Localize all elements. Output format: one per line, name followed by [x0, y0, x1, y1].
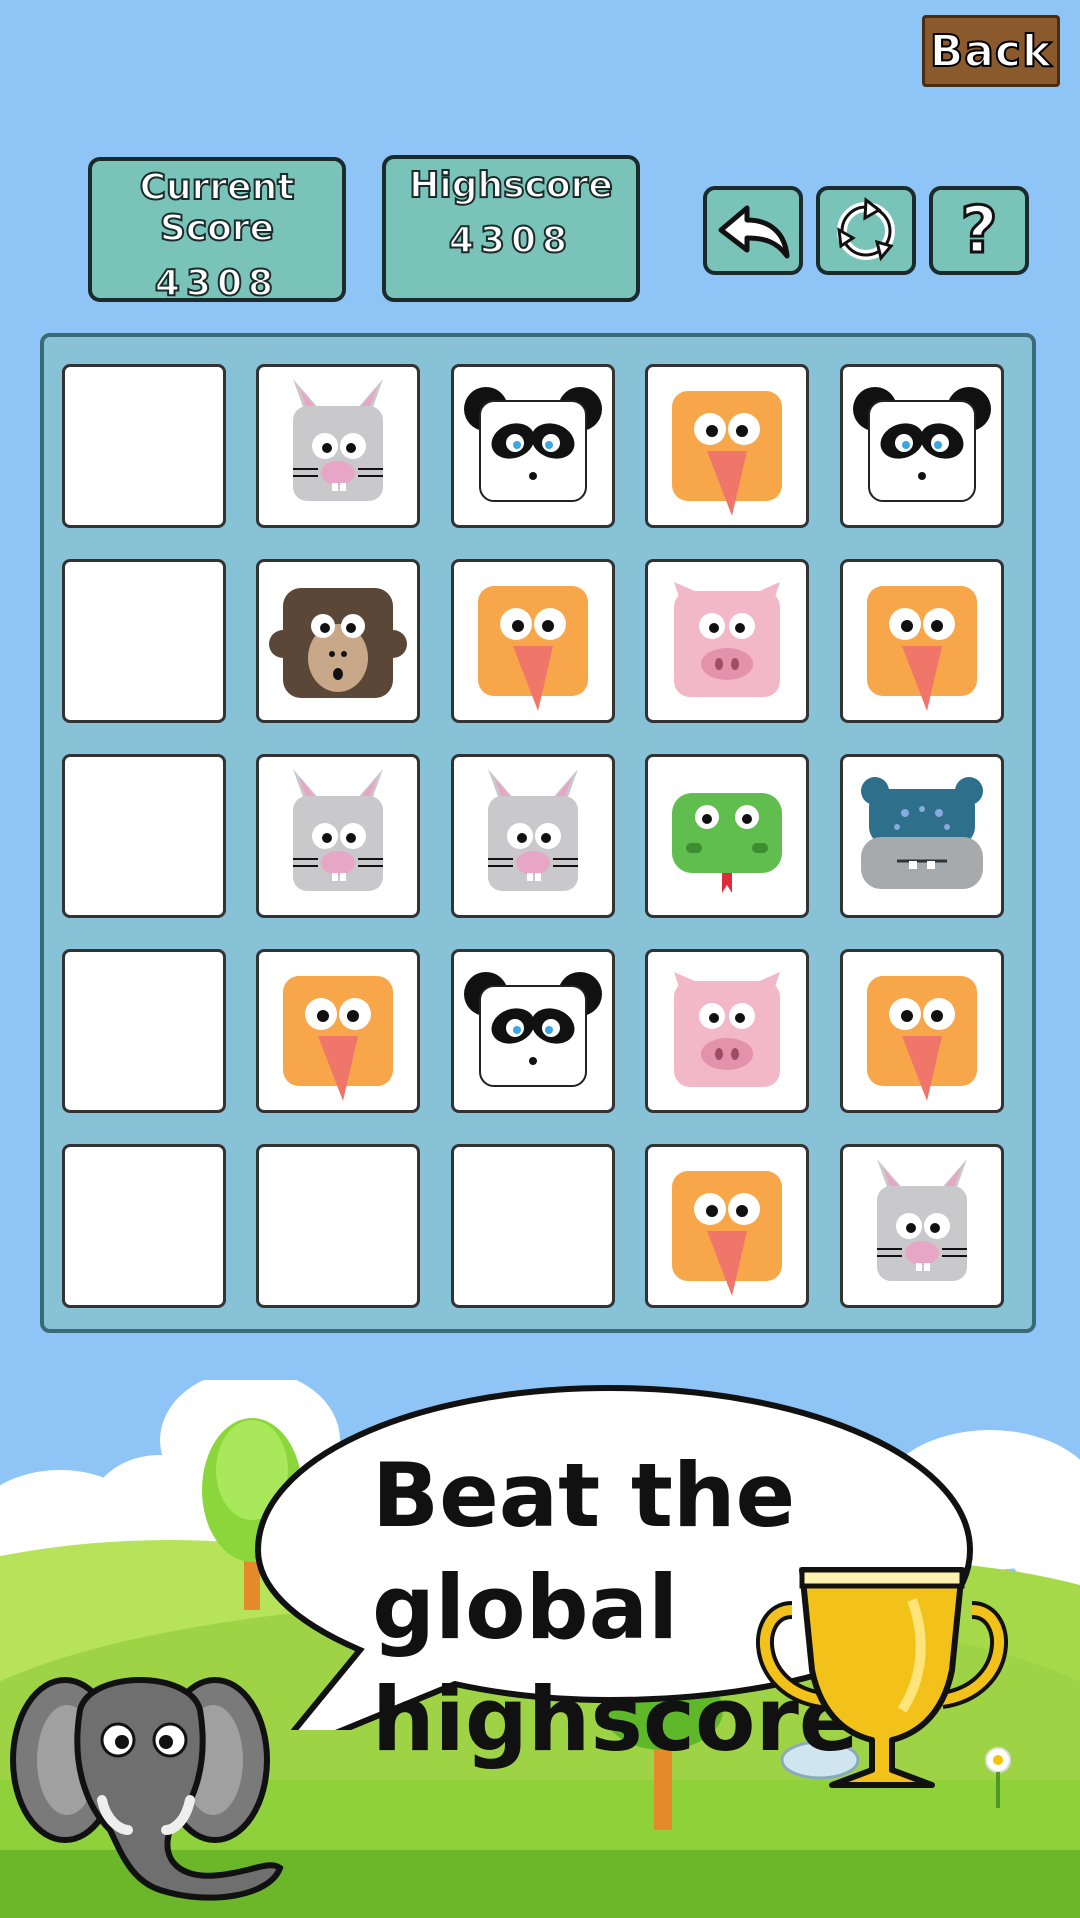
trophy-icon — [756, 1567, 1008, 1788]
bird-icon — [672, 391, 782, 516]
tile-empty[interactable] — [62, 1144, 226, 1308]
rabbit-icon — [293, 769, 383, 891]
tile-pig[interactable] — [645, 559, 809, 723]
tile-hippo[interactable] — [840, 754, 1004, 918]
panda-icon — [464, 972, 602, 1087]
highscore-label: Highscore — [408, 164, 614, 207]
tile-snake[interactable] — [645, 754, 809, 918]
rabbit-icon — [488, 769, 578, 891]
tile-bird[interactable] — [645, 364, 809, 528]
tile-rabbit[interactable] — [256, 364, 420, 528]
highscore-panel: Highscore 4308 — [382, 155, 640, 302]
restart-button[interactable] — [816, 186, 916, 275]
pig-icon — [674, 582, 780, 697]
monkey-icon — [269, 588, 407, 698]
current-score-panel: Current Score 4308 — [88, 157, 346, 305]
bird-icon — [867, 586, 977, 711]
tile-pig[interactable] — [645, 949, 809, 1113]
back-label: Back — [929, 25, 1053, 78]
tile-empty[interactable] — [451, 1144, 615, 1308]
tile-bird[interactable] — [840, 559, 1004, 723]
tile-rabbit[interactable] — [451, 754, 615, 918]
tile-empty[interactable] — [256, 1144, 420, 1308]
pig-icon — [674, 972, 780, 1087]
bird-icon — [672, 1171, 782, 1296]
tile-empty[interactable] — [62, 559, 226, 723]
help-button[interactable]: ? — [929, 186, 1029, 275]
tile-empty[interactable] — [62, 949, 226, 1113]
tile-panda[interactable] — [451, 364, 615, 528]
tile-monkey[interactable] — [256, 559, 420, 723]
tile-bird[interactable] — [451, 559, 615, 723]
tile-bird[interactable] — [256, 949, 420, 1113]
tile-rabbit[interactable] — [840, 1144, 1004, 1308]
question-icon: ? — [959, 193, 999, 268]
recycle-icon — [837, 196, 895, 261]
current-score-value: 4308 — [154, 262, 280, 305]
rabbit-icon — [877, 1159, 967, 1281]
bird-icon — [283, 976, 393, 1101]
tile-panda[interactable] — [451, 949, 615, 1113]
panda-icon — [464, 387, 602, 502]
bird-icon — [478, 586, 588, 711]
highscore-value: 4308 — [448, 219, 574, 262]
back-button[interactable]: Back — [922, 15, 1060, 87]
panda-icon — [853, 387, 991, 502]
game-board[interactable] — [40, 333, 1036, 1333]
elephant-mascot-icon — [10, 1677, 284, 1901]
snake-icon — [672, 793, 782, 893]
tile-empty[interactable] — [62, 364, 226, 528]
tile-empty[interactable] — [62, 754, 226, 918]
tile-panda[interactable] — [840, 364, 1004, 528]
undo-arrow-icon — [718, 205, 790, 258]
tile-bird[interactable] — [645, 1144, 809, 1308]
bird-icon — [867, 976, 977, 1101]
current-score-label: Current Score — [139, 166, 296, 250]
tile-bird[interactable] — [840, 949, 1004, 1113]
undo-button[interactable] — [703, 186, 803, 275]
rabbit-icon — [293, 379, 383, 501]
tile-rabbit[interactable] — [256, 754, 420, 918]
hippo-icon — [861, 777, 983, 889]
